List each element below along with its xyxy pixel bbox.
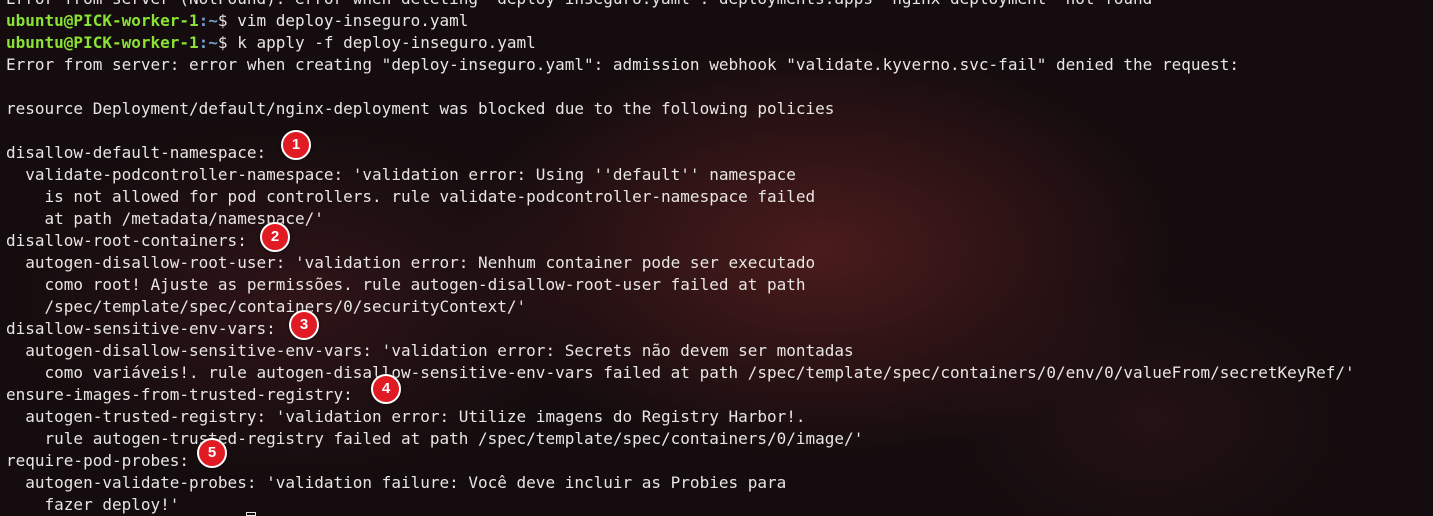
terminal-line: at path /metadata/namespace/'	[6, 209, 324, 228]
annotation-marker-5: 5	[197, 438, 227, 468]
annotation-marker-1: 1	[281, 130, 311, 160]
terminal-cursor	[246, 512, 256, 516]
prompt-line: ubuntu@PICK-worker-1:~$ vim deploy-inseg…	[6, 10, 1431, 32]
policy-name: ensure-images-from-trusted-registry:	[6, 385, 353, 404]
prompt-symbol: $	[217, 33, 238, 52]
prompt-user: ubuntu@PICK-worker-1	[6, 33, 199, 52]
command-text: k apply -f deploy-inseguro.yaml	[237, 33, 536, 52]
terminal-line: fazer deploy!'	[6, 495, 180, 514]
terminal-line: autogen-disallow-sensitive-env-vars: 'va…	[6, 341, 854, 360]
annotation-marker-4: 4	[371, 374, 401, 404]
policy-name: disallow-root-containers:	[6, 231, 247, 250]
policy-name: disallow-default-namespace:	[6, 143, 267, 162]
prompt-user: ubuntu@PICK-worker-1	[6, 11, 199, 30]
terminal-line: resource Deployment/default/nginx-deploy…	[6, 99, 835, 118]
terminal-line: is not allowed for pod controllers. rule…	[6, 187, 816, 206]
terminal-line: /spec/template/spec/containers/0/securit…	[6, 297, 527, 316]
command-text: vim deploy-inseguro.yaml	[237, 11, 469, 30]
policy-name: disallow-sensitive-env-vars:	[6, 319, 276, 338]
prompt-path: :~	[198, 33, 218, 52]
terminal-output[interactable]: Error from server (NotFound): error when…	[6, 0, 1431, 516]
annotation-marker-2: 2	[260, 222, 290, 252]
terminal-line: Error from server: error when creating "…	[6, 55, 1239, 74]
terminal-line: como root! Ajuste as permissões. rule au…	[6, 275, 806, 294]
terminal-line: Error from server (NotFound): error when…	[6, 0, 1431, 10]
terminal-line: validate-podcontroller-namespace: 'valid…	[6, 165, 796, 184]
terminal-line: como variáveis!. rule autogen-disallow-s…	[6, 363, 1355, 382]
prompt-path: :~	[198, 11, 218, 30]
annotation-marker-3: 3	[289, 310, 319, 340]
prompt-line: ubuntu@PICK-worker-1:~$ k apply -f deplo…	[6, 32, 1431, 54]
prompt-symbol: $	[217, 11, 238, 30]
terminal-line: autogen-validate-probes: 'validation fai…	[6, 473, 787, 492]
terminal-line: autogen-disallow-root-user: 'validation …	[6, 253, 816, 272]
terminal-line: autogen-trusted-registry: 'validation er…	[6, 407, 806, 426]
